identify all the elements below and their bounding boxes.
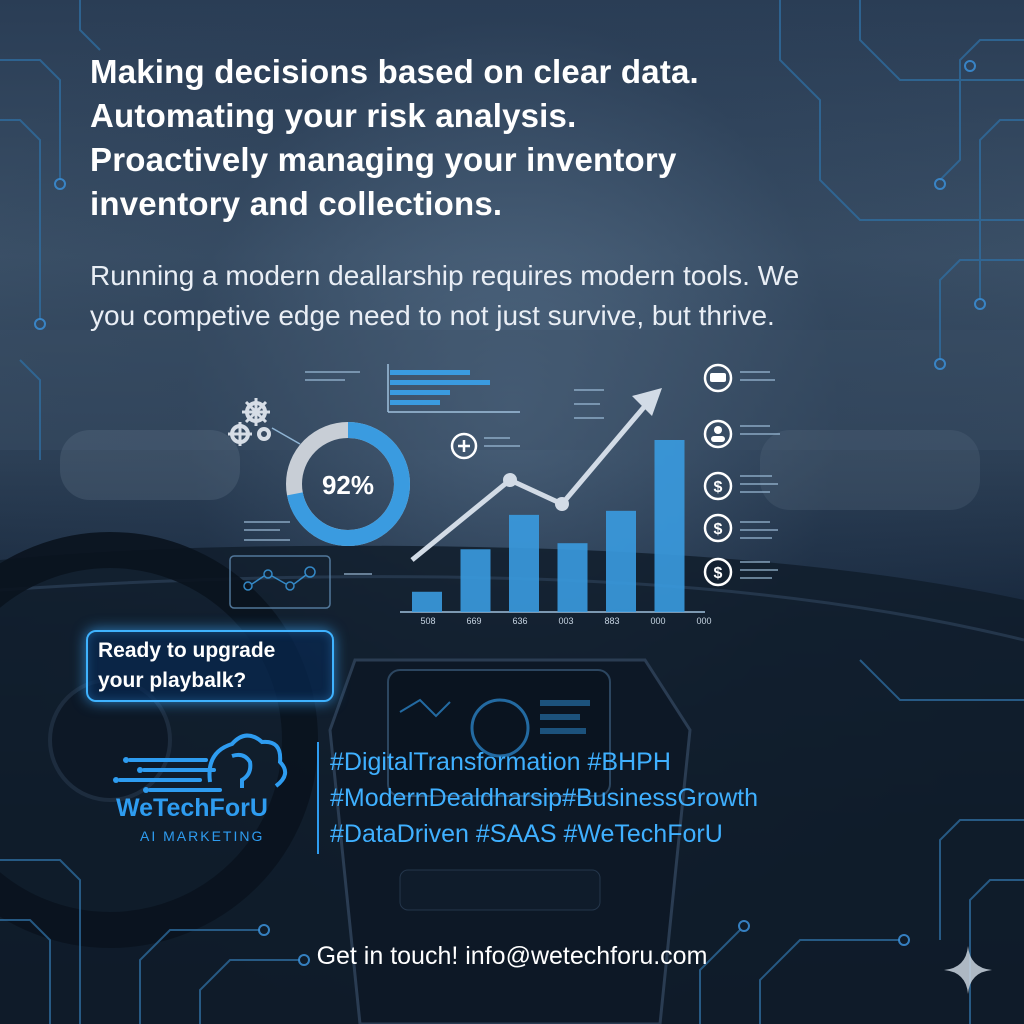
bar bbox=[460, 549, 491, 612]
cta-line-2: your playbalk? bbox=[98, 669, 247, 692]
bar bbox=[557, 543, 588, 612]
bar bbox=[654, 440, 685, 612]
bar-axis-label: 669 bbox=[466, 616, 481, 626]
svg-text:$: $ bbox=[714, 521, 723, 538]
bar-axis-label: 000 bbox=[696, 616, 711, 626]
svg-text:$: $ bbox=[714, 565, 723, 582]
divider bbox=[317, 742, 319, 854]
cta-button[interactable]: Ready to upgrade your playbalk? bbox=[86, 630, 334, 702]
person-icon bbox=[703, 419, 733, 449]
holographic-dashboard: 92% 508 669 636 003 883 000 000 $ $ $ bbox=[228, 363, 780, 626]
bar-axis-label: 883 bbox=[604, 616, 619, 626]
donut-chart: 92% bbox=[286, 422, 410, 546]
svg-text:$: $ bbox=[714, 479, 723, 496]
network-panel bbox=[229, 555, 331, 609]
bar-axis-labels: 508 669 636 003 883 000 000 bbox=[420, 616, 711, 626]
dollar-icon: $ bbox=[703, 471, 733, 501]
donut-value: 92% bbox=[322, 470, 374, 500]
hashtags: #DigitalTransformation #BHPH #ModernDeal… bbox=[330, 744, 758, 852]
promo-page: Making decisions based on clear data. Au… bbox=[0, 0, 1024, 1024]
bar-axis-label: 000 bbox=[650, 616, 665, 626]
bar-axis-label: 636 bbox=[512, 616, 527, 626]
mini-bar-chart bbox=[387, 364, 520, 413]
logo-tagline: AI MARKETING bbox=[140, 828, 265, 844]
bar bbox=[606, 510, 636, 612]
bar bbox=[412, 591, 442, 612]
hashtag-line-2: #ModernDealdharsip#BusinessGrowth bbox=[330, 784, 759, 812]
bar-axis-label: 003 bbox=[558, 616, 573, 626]
link-icon bbox=[450, 432, 478, 460]
bar bbox=[509, 514, 539, 612]
logo-name: WeTechForU bbox=[116, 794, 268, 822]
bar-chart bbox=[400, 440, 705, 613]
hashtag-line-3: #DataDriven #SAAS #WeTechForU bbox=[330, 820, 723, 848]
hashtag-line-1: #DigitalTransformation #BHPH bbox=[330, 748, 671, 776]
dollar-icon: $ bbox=[703, 513, 733, 543]
bar-axis-label: 508 bbox=[420, 616, 435, 626]
car-icon bbox=[703, 363, 733, 393]
contact-text[interactable]: Get in touch! info@wetechforu.com bbox=[0, 942, 1024, 971]
gear-icon bbox=[230, 401, 271, 444]
sparkle-icon bbox=[944, 946, 992, 994]
dollar-icon: $ bbox=[703, 557, 733, 587]
cta-line-1: Ready to upgrade bbox=[98, 639, 276, 662]
